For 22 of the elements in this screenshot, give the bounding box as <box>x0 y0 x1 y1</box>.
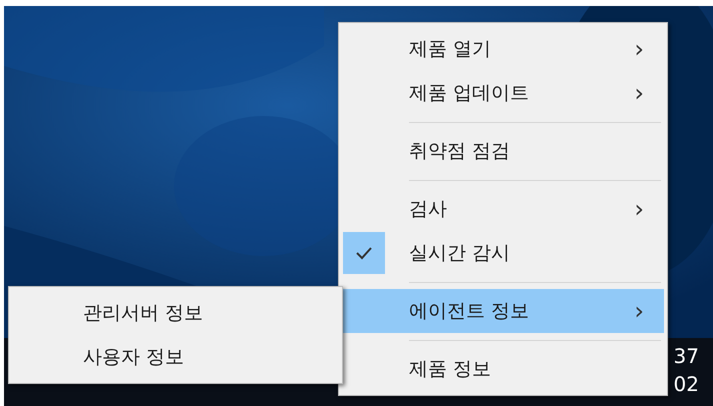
menu-item-label: 에이전트 정보 <box>409 298 530 324</box>
menu-item[interactable]: 제품 열기 › <box>342 27 664 71</box>
submenu-arrow: › <box>634 299 644 323</box>
menu-item[interactable]: 제품 업데이트 › <box>342 71 664 115</box>
menu-item-label: 제품 업데이트 <box>409 80 530 106</box>
menu-item[interactable]: 검사 › <box>342 187 664 231</box>
menu-item-label: 검사 <box>409 196 448 222</box>
submenu-item[interactable]: 관리서버 정보 <box>9 291 342 335</box>
menu-item[interactable]: 제품 정보 <box>342 347 664 391</box>
submenu-arrow: › <box>634 37 644 61</box>
menu-item[interactable]: 실시간 감시 <box>342 231 664 275</box>
menu-item-label: 제품 정보 <box>409 356 492 382</box>
submenu-item[interactable]: 사용자 정보 <box>9 335 342 379</box>
submenu-arrow: › <box>634 81 644 105</box>
clock-text: 37 <box>674 343 699 370</box>
clock-text: 02 <box>674 371 699 398</box>
menu-item[interactable]: 에이전트 정보 › <box>342 289 664 333</box>
menu-item-label: 제품 열기 <box>409 36 492 62</box>
menu-item[interactable]: 취약점 점검 <box>342 129 664 173</box>
menu-item-label: 실시간 감시 <box>409 240 512 266</box>
menu-item-label: 취약점 점검 <box>409 138 512 164</box>
submenu-arrow: › <box>634 197 644 221</box>
